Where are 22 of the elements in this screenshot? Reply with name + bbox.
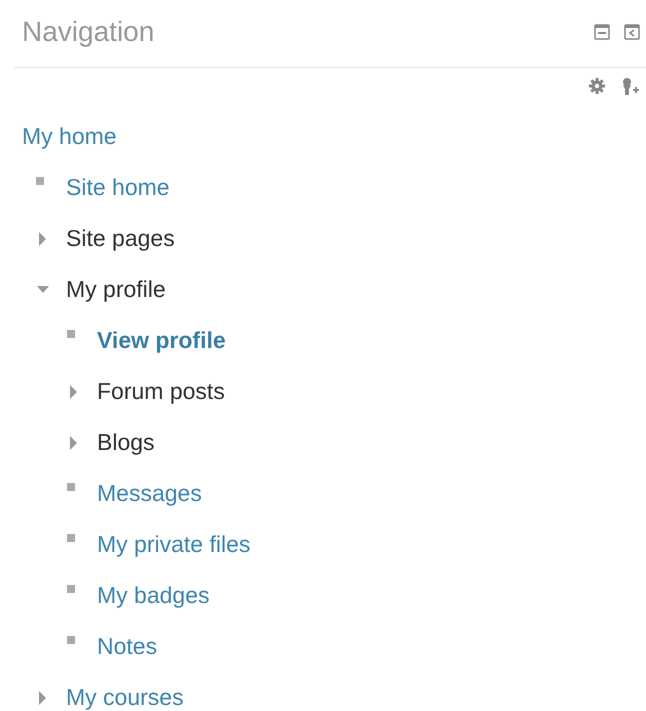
nav-link[interactable]: Site home (66, 174, 170, 201)
nav-item[interactable]: Site pages (66, 225, 175, 252)
bullet-icon (67, 584, 75, 592)
nav-link[interactable]: View profile (97, 327, 226, 354)
bullet-icon (67, 330, 75, 338)
nav-link[interactable]: My badges (97, 582, 210, 609)
add-user-icon[interactable] (620, 77, 640, 95)
bullet-icon (67, 636, 75, 644)
nav-link[interactable]: Notes (97, 633, 158, 660)
block-title: Navigation (21, 15, 154, 49)
nav-link[interactable]: My courses (66, 684, 184, 711)
nav-item[interactable]: Blogs (97, 429, 155, 456)
bullet-icon (67, 534, 75, 542)
minimize-icon[interactable] (594, 24, 610, 40)
nav-link[interactable]: Messages (97, 480, 202, 507)
nav-link[interactable]: My private files (97, 531, 250, 558)
dock-icon[interactable] (624, 24, 640, 40)
nav-item[interactable]: Forum posts (97, 378, 225, 405)
nav-link[interactable]: My home (22, 123, 117, 150)
nav-item[interactable]: My profile (66, 276, 166, 303)
bullet-icon (36, 176, 44, 184)
bullet-icon (67, 482, 75, 490)
